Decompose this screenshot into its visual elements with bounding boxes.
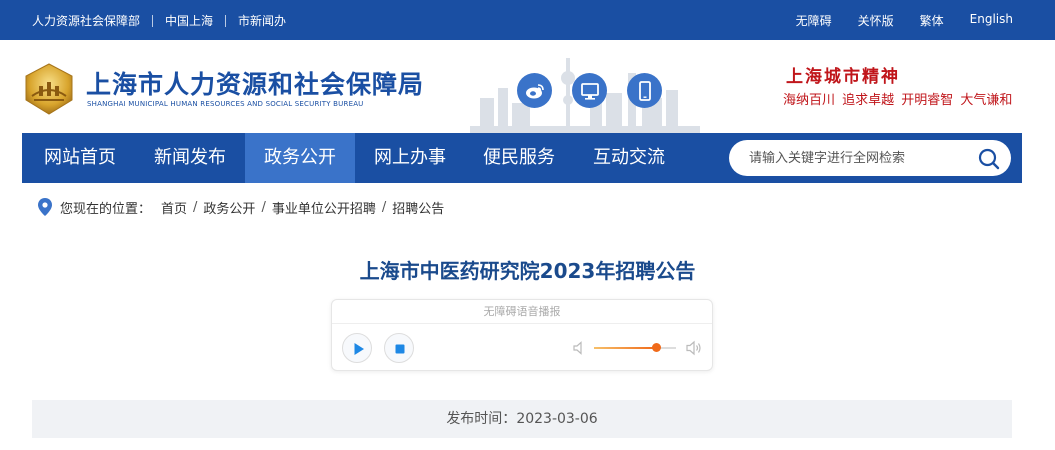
volume-high-icon: [686, 340, 701, 356]
breadcrumb-separator: /: [193, 199, 198, 215]
city-spirit-motto: 海纳百川 追求卓越 开明睿智 大气谦和: [783, 93, 1013, 108]
volume-slider-handle[interactable]: [652, 343, 662, 352]
link-mohrss[interactable]: 人力资源社会保障部: [32, 12, 140, 29]
search-input[interactable]: [749, 148, 969, 168]
link-accessibility[interactable]: 无障碍: [796, 12, 832, 29]
mobile-icon: [638, 80, 651, 101]
divider: [225, 14, 227, 27]
top-bar: 人力资源社会保障部 中国上海 市新闻办 无障碍 关怀版 繁体 English: [0, 0, 1055, 40]
divider: [152, 14, 154, 27]
breadcrumb-separator: /: [381, 199, 387, 215]
stop-icon: [395, 344, 405, 354]
play-icon: [354, 343, 364, 355]
volume-slider-fill: [594, 347, 657, 349]
breadcrumb-home[interactable]: 首页: [161, 198, 187, 217]
city-spirit-title: 上海城市精神: [786, 67, 900, 87]
breadcrumb-separator: /: [261, 199, 266, 215]
volume-low-icon: [573, 341, 582, 355]
player-header: 无障碍语音播报: [332, 300, 712, 324]
top-left-links: 人力资源社会保障部 中国上海 市新闻办: [32, 12, 286, 29]
nav-news[interactable]: 新闻发布: [142, 133, 238, 183]
nav-home[interactable]: 网站首页: [32, 133, 128, 183]
search-icon[interactable]: [977, 147, 1001, 171]
breadcrumb-label: 您现在的位置：: [60, 201, 152, 217]
mobile-site-button[interactable]: [627, 73, 662, 108]
link-china-shanghai[interactable]: 中国上海: [165, 12, 213, 29]
top-right-links: 无障碍 关怀版 繁体 English: [796, 12, 1013, 29]
bureau-emblem-icon[interactable]: [22, 62, 76, 116]
article-title: 上海市中医药研究院2023年招聘公告: [359, 259, 696, 283]
monitor-icon: [580, 82, 599, 100]
nav-interaction[interactable]: 互动交流: [581, 133, 677, 183]
link-english[interactable]: English: [970, 12, 1013, 29]
link-news-office[interactable]: 市新闻办: [238, 12, 286, 29]
publish-info-bar: 发布时间：2023-03-06: [32, 400, 1012, 438]
publish-label: 发布时间：: [446, 411, 517, 427]
play-button[interactable]: [342, 333, 372, 363]
nav-public-services[interactable]: 便民服务: [471, 133, 567, 183]
link-traditional-chinese[interactable]: 繁体: [920, 12, 944, 29]
site-subtitle: SHANGHAI MUNICIPAL HUMAN RESOURCES AND S…: [87, 100, 364, 108]
breadcrumb: 您现在的位置： 首页 / 政务公开 / 事业单位公开招聘 / 招聘公告: [38, 197, 444, 217]
weibo-icon: [525, 83, 544, 98]
publish-date: 2023-03-06: [516, 411, 598, 427]
nav-gov-affairs[interactable]: 政务公开: [245, 133, 355, 183]
breadcrumb-announcement[interactable]: 招聘公告: [392, 198, 444, 217]
breadcrumb-gov-affairs[interactable]: 政务公开: [203, 198, 255, 217]
desktop-site-button[interactable]: [572, 73, 607, 108]
site-title[interactable]: 上海市人力资源和社会保障局: [86, 65, 424, 101]
main-nav: 网站首页 新闻发布 政务公开 网上办事 便民服务 互动交流: [22, 133, 1022, 183]
link-care-version[interactable]: 关怀版: [858, 12, 894, 29]
stop-button[interactable]: [384, 333, 414, 363]
breadcrumb-recruitment[interactable]: 事业单位公开招聘: [272, 198, 376, 217]
tts-player: 无障碍语音播报: [331, 299, 713, 371]
nav-online-services[interactable]: 网上办事: [362, 133, 458, 183]
weibo-button[interactable]: [517, 73, 552, 108]
volume-slider[interactable]: [594, 343, 676, 352]
search-box: [729, 140, 1011, 176]
location-pin-icon: [38, 198, 52, 216]
site-header: 上海市人力资源和社会保障局 SHANGHAI MUNICIPAL HUMAN R…: [0, 40, 1055, 133]
